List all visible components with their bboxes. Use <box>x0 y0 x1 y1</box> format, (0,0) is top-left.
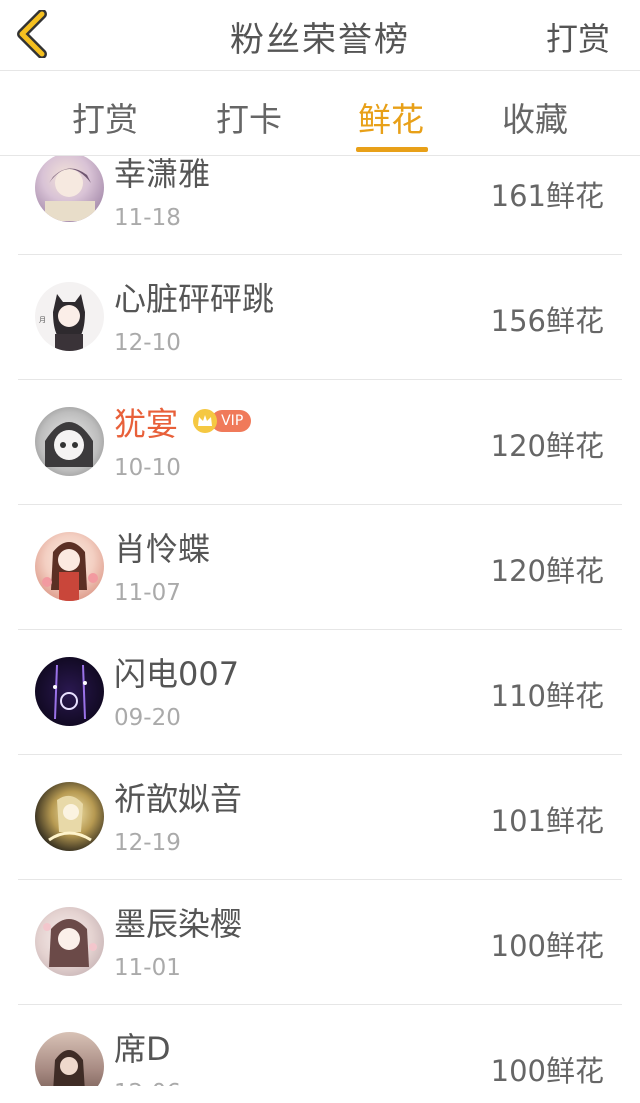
tab-flowers[interactable]: 鲜花 <box>346 93 436 141</box>
tab-favorites[interactable]: 收藏 <box>490 93 580 141</box>
avatar <box>35 156 104 222</box>
list-item[interactable]: 祈歆姒音 12-19 101鲜花 <box>18 754 622 880</box>
fan-ranking-list[interactable]: 幸潇雅 11-18 161鲜花 月 心脏砰砰跳 12-10 156鲜花 犹宴 V… <box>0 156 640 1086</box>
user-name: 肖怜蝶 <box>114 530 211 568</box>
tab-reward[interactable]: 打赏 <box>60 93 150 141</box>
date-label: 11-01 <box>114 955 181 981</box>
list-item[interactable]: 席D 12-06 100鲜花 <box>18 1004 622 1086</box>
date-label: 12-10 <box>114 330 181 356</box>
list-item[interactable]: 月 心脏砰砰跳 12-10 156鲜花 <box>18 254 622 380</box>
user-name: 墨辰染樱 <box>114 905 243 943</box>
page-title: 粉丝荣誉榜 <box>230 20 410 60</box>
avatar <box>35 1032 104 1086</box>
top-bar: 粉丝荣誉榜 打赏 <box>0 0 640 71</box>
date-label: 09-20 <box>114 705 181 731</box>
avatar <box>35 907 104 976</box>
crown-icon <box>193 409 218 433</box>
tab-checkin[interactable]: 打卡 <box>204 93 294 141</box>
date-label: 11-07 <box>114 580 181 606</box>
date-label: 12-06 <box>114 1080 181 1086</box>
user-name: 幸潇雅 <box>114 156 211 193</box>
flower-count: 110鲜花 <box>490 679 604 713</box>
flower-count: 156鲜花 <box>490 304 604 338</box>
flower-count: 161鲜花 <box>490 179 604 213</box>
tab-bar: 打赏 打卡 鲜花 收藏 <box>0 71 640 156</box>
reward-button[interactable]: 打赏 <box>546 14 610 60</box>
avatar: 月 <box>35 282 104 351</box>
avatar <box>35 532 104 601</box>
user-name: 闪电007 <box>114 655 240 693</box>
list-item[interactable]: 墨辰染樱 11-01 100鲜花 <box>18 879 622 1005</box>
date-label: 10-10 <box>114 455 181 481</box>
flower-count: 100鲜花 <box>490 1054 604 1086</box>
flower-count: 100鲜花 <box>490 929 604 963</box>
user-name: 祈歆姒音 <box>114 780 243 818</box>
active-tab-indicator <box>356 147 428 152</box>
user-name: 犹宴 <box>114 405 179 443</box>
flower-count: 101鲜花 <box>490 804 604 838</box>
list-item[interactable]: 犹宴 VIP 10-10 120鲜花 <box>18 379 622 505</box>
user-name: 心脏砰砰跳 <box>114 280 275 318</box>
date-label: 12-19 <box>114 830 181 856</box>
list-item[interactable]: 肖怜蝶 11-07 120鲜花 <box>18 504 622 630</box>
svg-text:月: 月 <box>39 316 46 324</box>
vip-label: VIP <box>211 410 252 432</box>
user-name: 席D <box>114 1030 171 1068</box>
avatar <box>35 657 104 726</box>
flower-count: 120鲜花 <box>490 554 604 588</box>
date-label: 11-18 <box>114 205 181 231</box>
list-item[interactable]: 闪电007 09-20 110鲜花 <box>18 629 622 755</box>
vip-badge: VIP <box>193 409 252 435</box>
avatar <box>35 782 104 851</box>
list-item[interactable]: 幸潇雅 11-18 161鲜花 <box>18 156 622 255</box>
flower-count: 120鲜花 <box>490 429 604 463</box>
avatar <box>35 407 104 476</box>
